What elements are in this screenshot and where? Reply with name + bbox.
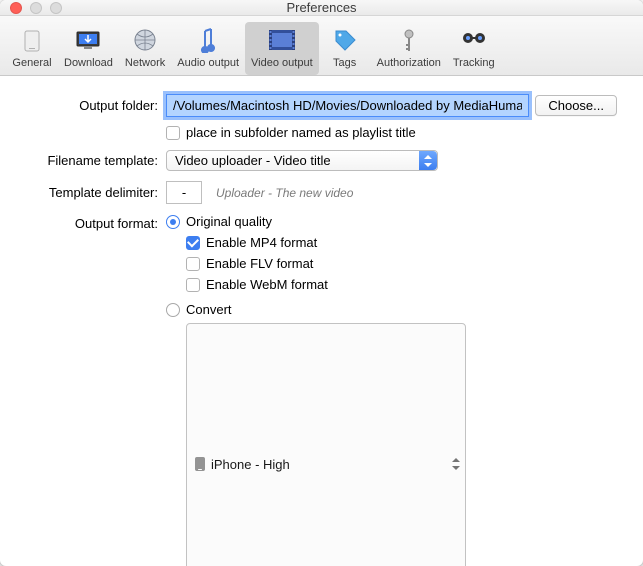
checkbox-label: Enable FLV format xyxy=(206,256,313,271)
output-folder-label: Output folder: xyxy=(26,98,166,113)
tags-icon xyxy=(331,26,359,54)
template-delimiter-input[interactable] xyxy=(166,181,202,204)
zoom-window-icon xyxy=(50,2,62,14)
tab-tracking[interactable]: Tracking xyxy=(447,22,501,75)
authorization-icon xyxy=(395,26,423,54)
output-folder-input[interactable] xyxy=(166,94,529,117)
tab-label: General xyxy=(12,57,51,69)
place-subfolder-checkbox[interactable]: place in subfolder named as playlist tit… xyxy=(166,125,416,140)
template-preview: Uploader - The new video xyxy=(216,186,353,200)
filename-template-label: Filename template: xyxy=(26,153,166,168)
phone-icon xyxy=(195,457,205,471)
titlebar: Preferences xyxy=(0,0,643,16)
video-icon xyxy=(268,26,296,54)
tab-label: Network xyxy=(125,57,165,69)
enable-webm-checkbox[interactable]: Enable WebM format xyxy=(186,277,328,292)
window-title: Preferences xyxy=(0,0,643,15)
tab-label: Download xyxy=(64,57,113,69)
chevron-updown-icon xyxy=(447,324,465,566)
radio-icon xyxy=(166,215,180,229)
minimize-window-icon xyxy=(30,2,42,14)
tab-general[interactable]: General xyxy=(6,22,58,75)
tab-network[interactable]: Network xyxy=(119,22,171,75)
checkbox-icon xyxy=(186,236,200,250)
tab-video-output[interactable]: Video output xyxy=(245,22,319,75)
checkbox-label: place in subfolder named as playlist tit… xyxy=(186,125,416,140)
filename-template-select[interactable]: Video uploader - Video title xyxy=(166,150,438,171)
tab-label: Video output xyxy=(251,57,313,69)
tab-label: Tracking xyxy=(453,57,495,69)
tab-label: Audio output xyxy=(177,57,239,69)
tab-audio-output[interactable]: Audio output xyxy=(171,22,245,75)
general-icon xyxy=(18,26,46,54)
audio-icon xyxy=(194,26,222,54)
checkbox-icon xyxy=(186,257,200,271)
radio-icon xyxy=(166,303,180,317)
checkbox-icon xyxy=(166,126,180,140)
radio-label: Original quality xyxy=(186,214,272,229)
radio-label: Convert xyxy=(186,302,232,317)
tab-label: Authorization xyxy=(377,57,441,69)
download-icon xyxy=(74,26,102,54)
network-icon xyxy=(131,26,159,54)
toolbar: General Download Network Audio output Vi… xyxy=(0,16,643,76)
select-value: Video uploader - Video title xyxy=(175,153,331,168)
convert-radio[interactable]: Convert xyxy=(166,302,232,317)
convert-target-select[interactable]: iPhone - High xyxy=(186,323,466,566)
enable-flv-checkbox[interactable]: Enable FLV format xyxy=(186,256,328,271)
tracking-icon xyxy=(460,26,488,54)
preferences-window: Preferences General Download Network Au xyxy=(0,0,643,566)
select-value: iPhone - High xyxy=(211,457,290,472)
template-delimiter-label: Template delimiter: xyxy=(26,185,166,200)
content-pane: Output folder: Choose... place in subfol… xyxy=(0,76,643,566)
tab-authorization[interactable]: Authorization xyxy=(371,22,447,75)
checkbox-label: Enable WebM format xyxy=(206,277,328,292)
choose-folder-button[interactable]: Choose... xyxy=(535,95,617,116)
tab-label: Tags xyxy=(333,57,356,69)
checkbox-label: Enable MP4 format xyxy=(206,235,317,250)
output-format-label: Output format: xyxy=(26,214,166,231)
tab-download[interactable]: Download xyxy=(58,22,119,75)
original-quality-radio[interactable]: Original quality xyxy=(166,214,272,229)
enable-mp4-checkbox[interactable]: Enable MP4 format xyxy=(186,235,328,250)
checkbox-icon xyxy=(186,278,200,292)
tab-tags[interactable]: Tags xyxy=(319,22,371,75)
close-window-icon[interactable] xyxy=(10,2,22,14)
window-controls xyxy=(0,2,62,14)
chevron-updown-icon xyxy=(419,151,437,170)
